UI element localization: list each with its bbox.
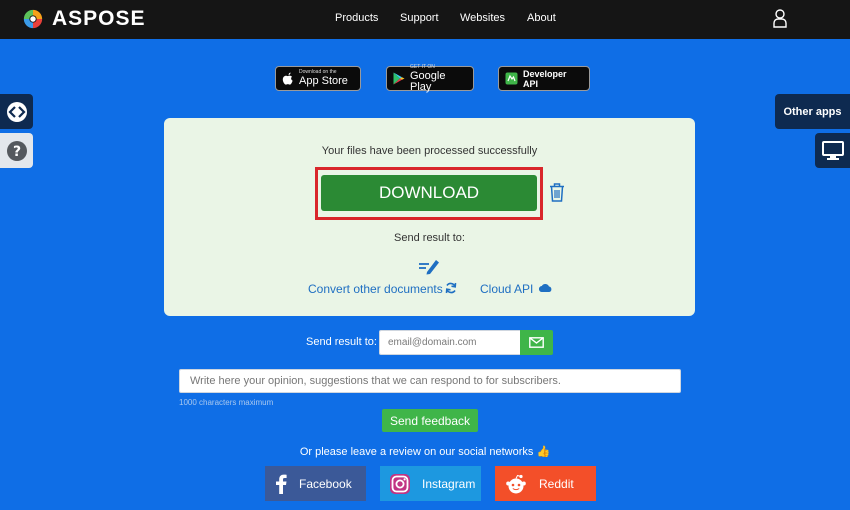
send-feedback-button[interactable]: Send feedback bbox=[382, 409, 478, 432]
nav-websites[interactable]: Websites bbox=[460, 12, 505, 24]
send-result-label: Send result to: bbox=[306, 336, 377, 348]
instagram-button[interactable]: Instagram bbox=[380, 466, 481, 501]
convert-other-documents-link[interactable]: Convert other documents bbox=[308, 282, 443, 296]
cloud-icon bbox=[539, 283, 552, 292]
aspose-logo-icon bbox=[23, 9, 43, 29]
character-limit-note: 1000 characters maximum bbox=[179, 398, 274, 407]
monitor-icon bbox=[821, 140, 844, 160]
pen-icon[interactable] bbox=[418, 257, 440, 275]
app-store-label: App Store bbox=[299, 75, 348, 87]
facebook-button[interactable]: Facebook bbox=[265, 466, 366, 501]
reddit-icon bbox=[506, 474, 526, 493]
help-icon: ? bbox=[6, 140, 27, 161]
aspose-logo[interactable]: ASPOSE bbox=[22, 6, 146, 32]
code-arrows-icon bbox=[6, 101, 27, 122]
refresh-icon[interactable] bbox=[445, 282, 457, 294]
brand-name: ASPOSE bbox=[52, 7, 146, 30]
send-email-button[interactable] bbox=[520, 330, 553, 355]
facebook-label: Facebook bbox=[299, 476, 352, 491]
facebook-icon bbox=[276, 474, 287, 494]
trash-icon[interactable] bbox=[549, 183, 565, 202]
google-play-label: Google Play bbox=[410, 69, 446, 93]
developer-api-icon bbox=[505, 72, 518, 85]
top-navigation-bar: ASPOSE Products Support Websites About bbox=[0, 0, 850, 39]
cloud-api-link[interactable]: Cloud API bbox=[480, 282, 533, 296]
review-prompt: Or please leave a review on our social n… bbox=[299, 446, 551, 458]
card-send-result-label: Send result to: bbox=[394, 232, 465, 244]
reddit-button[interactable]: Reddit bbox=[495, 466, 596, 501]
success-message: Your files have been processed successfu… bbox=[321, 145, 538, 157]
reddit-label: Reddit bbox=[539, 476, 574, 491]
google-play-caption: GET IT ON bbox=[410, 63, 435, 70]
nav-products[interactable]: Products bbox=[335, 12, 378, 24]
envelope-icon bbox=[529, 337, 544, 348]
developer-api-badge[interactable]: Developer API bbox=[498, 66, 590, 91]
email-input[interactable] bbox=[379, 330, 520, 355]
side-help-button[interactable]: ? bbox=[0, 133, 33, 168]
result-card: Your files have been processed successfu… bbox=[164, 118, 695, 316]
svg-text:?: ? bbox=[12, 144, 20, 160]
google-play-icon bbox=[393, 72, 405, 85]
user-icon[interactable] bbox=[773, 9, 787, 28]
instagram-label: Instagram bbox=[422, 476, 476, 491]
google-play-badge[interactable]: GET IT ON Google Play bbox=[386, 63, 474, 93]
feedback-input[interactable] bbox=[179, 369, 681, 393]
monitor-button[interactable] bbox=[815, 133, 850, 168]
developer-api-label: Developer API bbox=[523, 68, 567, 89]
other-apps-button[interactable]: Other apps bbox=[775, 94, 850, 129]
app-store-badge[interactable]: Download on the App Store bbox=[275, 66, 361, 91]
instagram-icon bbox=[390, 473, 410, 494]
download-button[interactable]: DOWNLOAD bbox=[321, 175, 537, 211]
nav-support[interactable]: Support bbox=[400, 12, 439, 24]
side-embed-button[interactable] bbox=[0, 94, 33, 129]
apple-icon bbox=[282, 72, 293, 85]
nav-about[interactable]: About bbox=[527, 12, 556, 24]
